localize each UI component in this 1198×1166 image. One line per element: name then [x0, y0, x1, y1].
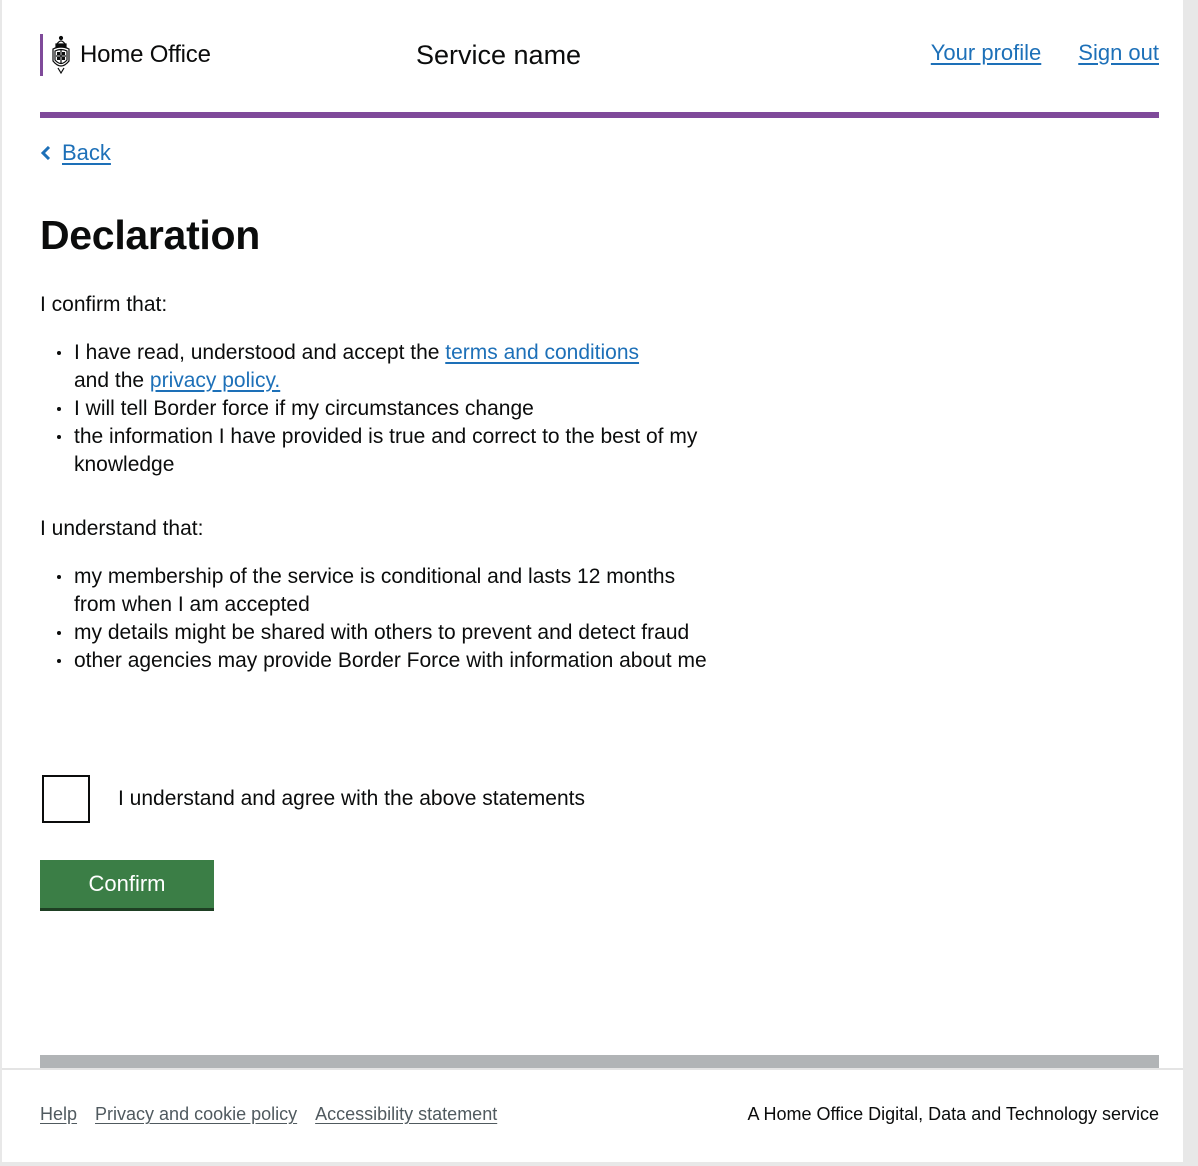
- footer-divider: [2, 1068, 1183, 1070]
- list-item: the information I have provided is true …: [57, 423, 714, 479]
- footer-links: Help Privacy and cookie policy Accessibi…: [40, 1104, 497, 1125]
- sign-out-link[interactable]: Sign out: [1078, 40, 1159, 66]
- help-link[interactable]: Help: [40, 1104, 77, 1125]
- brand-logo[interactable]: Home Office: [40, 34, 211, 76]
- brand-name: Home Office: [80, 41, 211, 68]
- list-item: I have read, understood and accept the t…: [57, 339, 714, 395]
- privacy-and-cookie-policy-link[interactable]: Privacy and cookie policy: [95, 1104, 297, 1125]
- list-item: my membership of the service is conditio…: [57, 563, 714, 619]
- accessibility-statement-link[interactable]: Accessibility statement: [315, 1104, 497, 1125]
- back-link[interactable]: Back: [40, 140, 111, 166]
- agree-checkbox[interactable]: [42, 775, 90, 823]
- your-profile-link[interactable]: Your profile: [931, 40, 1041, 66]
- confirm-list: I have read, understood and accept the t…: [57, 339, 714, 479]
- royal-crest-icon: [52, 35, 70, 75]
- page-title: Declaration: [40, 212, 260, 258]
- page: Home Office Service name Your profile Si…: [2, 0, 1183, 1162]
- header-nav: Your profile Sign out: [931, 40, 1159, 66]
- list-item-text: and the: [74, 369, 150, 392]
- chevron-left-icon: [40, 146, 51, 160]
- back-label: Back: [62, 140, 111, 165]
- privacy-policy-link[interactable]: privacy policy.: [150, 369, 280, 392]
- site-header: Home Office Service name Your profile Si…: [40, 0, 1159, 118]
- understand-list: my membership of the service is conditio…: [57, 563, 714, 675]
- confirm-intro: I confirm that:: [40, 293, 168, 316]
- confirm-button[interactable]: Confirm: [40, 860, 214, 908]
- header-rule: [40, 112, 1159, 118]
- list-item-text: I have read, understood and accept the: [74, 341, 446, 364]
- list-item: I will tell Border force if my circumsta…: [57, 395, 714, 423]
- service-name[interactable]: Service name: [416, 40, 581, 71]
- agree-checkbox-label[interactable]: I understand and agree with the above st…: [118, 787, 585, 811]
- terms-and-conditions-link[interactable]: terms and conditions: [445, 341, 639, 364]
- list-item: my details might be shared with others t…: [57, 619, 714, 647]
- list-item: other agencies may provide Border Force …: [57, 647, 714, 675]
- footer-meta: A Home Office Digital, Data and Technolo…: [747, 1104, 1159, 1124]
- agree-checkbox-row[interactable]: I understand and agree with the above st…: [42, 775, 585, 823]
- understand-intro: I understand that:: [40, 517, 204, 540]
- footer-top-rule: [40, 1055, 1159, 1068]
